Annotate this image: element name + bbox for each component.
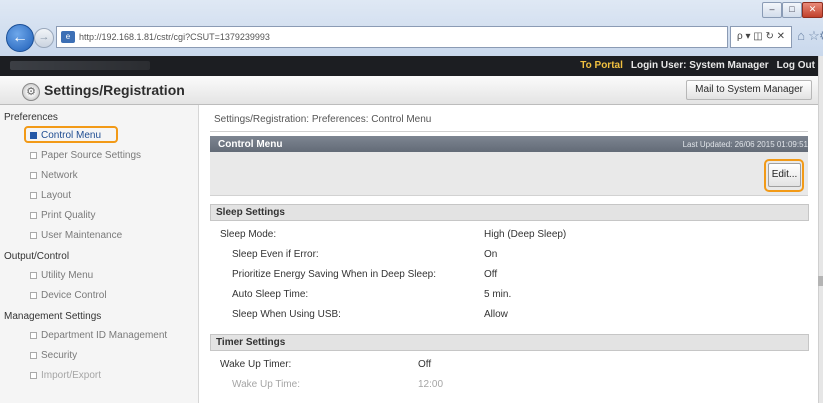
bullet-icon [30,152,37,159]
setting-value: Allow [484,309,508,320]
mail-to-system-manager-button[interactable]: Mail to System Manager [686,80,812,100]
gear-icon[interactable]: ⚙ [819,26,823,46]
sidebar-group-preferences: Preferences [4,112,58,123]
url-text[interactable]: http://192.168.1.81/cstr/cgi?CSUT=137923… [79,32,270,42]
minimize-window-button[interactable]: – [762,2,782,18]
panel-toolbar [210,152,808,196]
portal-link[interactable]: To Portal [580,58,623,74]
device-name-blurred [10,61,150,70]
setting-label: Sleep When Using USB: [232,309,341,320]
sidebar-item-user-maintenance[interactable]: User Maintenance [30,230,122,241]
edit-button[interactable]: Edit... [768,163,801,187]
home-icon[interactable]: ⌂ [794,26,808,46]
setting-label: Sleep Mode: [220,229,277,240]
bullet-icon [30,232,37,239]
bullet-icon [30,332,37,339]
divider [210,131,808,132]
sidebar-item-layout[interactable]: Layout [30,190,71,201]
sidebar-item-security[interactable]: Security [30,350,77,361]
bullet-icon [30,372,37,379]
sidebar-item-paper-source-settings[interactable]: Paper Source Settings [30,150,141,161]
sidebar-item-network[interactable]: Network [30,170,78,181]
login-user-label: Login User: System Manager [630,60,769,71]
site-icon: e [61,31,75,43]
scrollbar[interactable] [818,56,823,403]
last-updated-text: Last Updated: 26/06 2015 01:09:51 [682,140,808,149]
page-title: Settings/Registration [44,82,185,98]
scrollbar-thumb[interactable] [818,276,823,286]
sidebar-item-print-quality[interactable]: Print Quality [30,210,95,221]
setting-value: On [484,249,498,260]
setting-value: Off [418,359,432,370]
sidebar-group-management-settings: Management Settings [4,311,102,322]
setting-value: 12:00 [418,379,444,390]
back-arrow-icon[interactable]: ← [6,24,34,52]
sidebar-item-device-control[interactable]: Device Control [30,290,107,301]
bullet-icon [30,132,37,139]
address-bar-tools[interactable]: ρ ▾ ◫ ↻ ✕ [730,26,792,48]
setting-label: Wake Up Time: [232,379,300,390]
sidebar-item-control-menu[interactable]: Control Menu [30,130,101,141]
maximize-window-button[interactable]: □ [782,2,802,18]
close-window-button[interactable]: ✕ [802,2,823,18]
forward-arrow-icon[interactable]: → [34,28,54,48]
sidebar-item-utility-menu[interactable]: Utility Menu [30,270,93,281]
address-bar[interactable]: e http://192.168.1.81/cstr/cgi?CSUT=1379… [56,26,728,48]
setting-label: Auto Sleep Time: [232,289,309,300]
sidebar-item-import-export[interactable]: Import/Export [30,370,101,381]
bullet-icon [30,272,37,279]
setting-label: Wake Up Timer: [220,359,292,370]
sidebar-item-department-id-management[interactable]: Department ID Management [30,330,167,341]
setting-label: Sleep Even if Error: [232,249,319,260]
setting-value: High (Deep Sleep) [484,229,567,240]
bullet-icon [30,212,37,219]
bullet-icon [30,292,37,299]
sidebar-group-output-control: Output/Control [4,251,70,262]
section-timer-settings: Timer Settings [210,334,809,351]
panel-title: Control Menu [218,139,283,150]
top-links: To Portal Login User: System Manager Log… [580,58,815,74]
logout-link[interactable]: Log Out [777,58,815,74]
settings-icon: ⚙ [22,83,40,101]
breadcrumb: Settings/Registration: Preferences: Cont… [214,114,432,125]
setting-value: Off [484,269,498,280]
section-sleep-settings: Sleep Settings [210,204,809,221]
bullet-icon [30,192,37,199]
bullet-icon [30,172,37,179]
setting-label: Prioritize Energy Saving When in Deep Sl… [232,269,436,280]
bullet-icon [30,352,37,359]
setting-value: 5 min. [484,289,512,300]
